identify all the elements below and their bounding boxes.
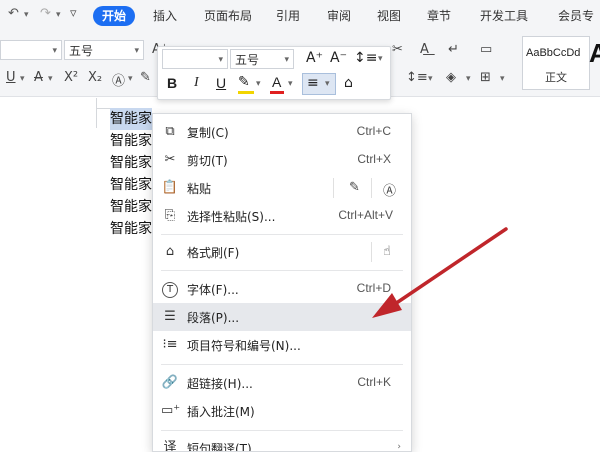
- arrow-shaft: [390, 227, 508, 308]
- annotation-arrow: [372, 227, 508, 318]
- arrow-head: [372, 293, 402, 318]
